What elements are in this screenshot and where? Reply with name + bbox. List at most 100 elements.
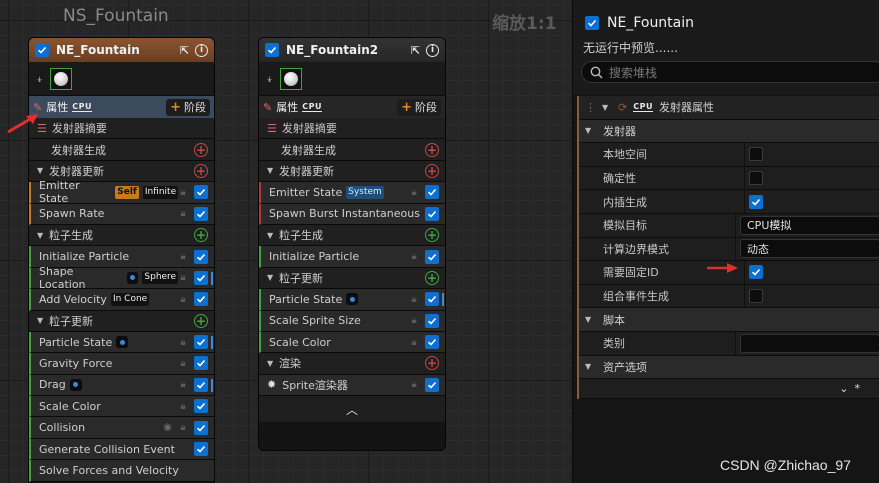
module-enable-checkbox[interactable]: [425, 185, 439, 200]
module-scale-color[interactable]: Scale Color 🔒︎: [259, 331, 445, 354]
module-enable-checkbox[interactable]: [194, 206, 208, 221]
module-enable-checkbox[interactable]: [194, 249, 208, 264]
module-enable-checkbox[interactable]: [194, 420, 208, 435]
module-enable-checkbox[interactable]: [425, 206, 439, 221]
properties-bar[interactable]: ✎ 属性 CPU + 阶段: [259, 96, 445, 118]
category-input[interactable]: [740, 333, 879, 353]
search-stack-input[interactable]: 搜索堆栈: [581, 61, 879, 83]
add-module-button[interactable]: +: [194, 163, 208, 178]
module-enable-checkbox[interactable]: [194, 335, 208, 350]
particle-update-section[interactable]: ▼ 粒子更新 +: [29, 310, 214, 332]
lock-icon[interactable]: 🔒︎: [178, 251, 188, 262]
module-emitter-state[interactable]: Emitter State System 🔒︎: [259, 182, 445, 204]
emitter-enable-checkbox[interactable]: [585, 16, 599, 30]
lock-icon[interactable]: 🔒︎: [178, 401, 188, 412]
combine-event-spawn-checkbox[interactable]: [749, 289, 763, 304]
emitter-node-ne-fountain[interactable]: NE_Fountain ⇱ i ⍖ ✎ 属性 CPU + 阶段 ☰ 发射器摘要 发…: [28, 37, 215, 483]
lock-icon[interactable]: 🔒︎: [409, 379, 419, 390]
open-external-icon[interactable]: ⇱: [409, 44, 422, 57]
node-header[interactable]: NE_Fountain ⇱ i: [29, 38, 214, 62]
module-enable-checkbox[interactable]: [425, 292, 439, 307]
open-external-icon[interactable]: ⇱: [178, 44, 191, 57]
lock-icon[interactable]: 🔒︎: [178, 379, 188, 390]
properties-bar[interactable]: ✎ 属性 CPU + 阶段: [29, 96, 214, 118]
module-generate-collision-event[interactable]: Generate Collision Event: [29, 438, 214, 461]
add-module-button[interactable]: +: [425, 163, 439, 178]
collapse-icon[interactable]: ▼: [37, 166, 47, 175]
lock-icon[interactable]: 🔒︎: [178, 272, 188, 283]
module-particle-state[interactable]: Particle State 🔒︎: [259, 289, 445, 311]
module-scale-sprite-size[interactable]: Scale Sprite Size 🔒︎: [259, 310, 445, 332]
collapse-icon[interactable]: ▼: [585, 126, 595, 135]
chevron-down-icon[interactable]: ⌄: [839, 382, 848, 395]
sim-target-dropdown[interactable]: CPU模拟: [740, 215, 879, 235]
lock-icon[interactable]: 🔒︎: [409, 337, 419, 348]
emitter-enable-checkbox[interactable]: [35, 43, 49, 57]
interpolated-spawn-checkbox[interactable]: [749, 194, 763, 209]
collapse-icon[interactable]: ▼: [267, 231, 277, 240]
lock-icon[interactable]: 🔒︎: [178, 294, 188, 305]
lock-icon[interactable]: 🔒︎: [409, 315, 419, 326]
module-enable-checkbox[interactable]: [194, 185, 208, 200]
module-solve-forces[interactable]: Solve Forces and Velocity: [29, 460, 214, 482]
module-emitter-state[interactable]: Emitter State Self Infinite 🔒︎: [29, 179, 214, 205]
graph-canvas[interactable]: NS_Fountain 缩放1:1 NE_Fountain ⇱ i ⍖ ✎ 属性…: [0, 0, 572, 483]
lock-icon[interactable]: 🔒︎: [178, 208, 188, 219]
add-stage-button[interactable]: + 阶段: [166, 98, 210, 116]
add-renderer-button[interactable]: +: [425, 356, 439, 371]
module-gravity-force[interactable]: Gravity Force 🔒︎: [29, 353, 214, 375]
eye-icon[interactable]: ◉: [163, 422, 172, 433]
node-header[interactable]: NE_Fountain2 ⇱ i: [259, 38, 445, 62]
grip-icon[interactable]: ⋮: [585, 101, 596, 114]
module-enable-checkbox[interactable]: [194, 270, 208, 285]
emitter-summary-row[interactable]: ☰ 发射器摘要: [259, 118, 445, 140]
emitter-node-ne-fountain2[interactable]: NE_Fountain2 ⇱ i ⍖ ✎ 属性 CPU + 阶段 ☰ 发射器摘要 …: [258, 37, 446, 451]
collapse-icon[interactable]: ▼: [585, 362, 595, 371]
module-collision[interactable]: Collision ◉ 🔒︎: [29, 417, 214, 439]
collapse-icon[interactable]: ▼: [602, 103, 612, 112]
emitter-spawn-section[interactable]: 发射器生成 +: [29, 139, 214, 161]
lock-icon[interactable]: 🔒︎: [409, 251, 419, 262]
renderer-enable-checkbox[interactable]: [425, 377, 439, 392]
module-shape-location[interactable]: Shape Location Sphere 🔒︎: [29, 265, 214, 291]
module-enable-checkbox[interactable]: [194, 292, 208, 307]
add-module-button[interactable]: +: [194, 142, 208, 157]
requires-persistent-id-checkbox[interactable]: [749, 265, 763, 280]
emitter-summary-row[interactable]: ☰ 发射器摘要: [29, 118, 214, 140]
module-enable-checkbox[interactable]: [194, 356, 208, 371]
particle-spawn-section[interactable]: ▼ 粒子生成 +: [29, 224, 214, 247]
determinism-checkbox[interactable]: [749, 171, 763, 186]
add-module-button[interactable]: +: [425, 228, 439, 243]
module-spawn-rate[interactable]: Spawn Rate 🔒︎: [29, 203, 214, 225]
collapse-icon[interactable]: ▼: [37, 316, 47, 325]
module-enable-checkbox[interactable]: [425, 335, 439, 350]
renderer-sprite[interactable]: ✸ Sprite渲染器 🔒︎: [259, 374, 445, 397]
collapse-icon[interactable]: ▼: [585, 315, 595, 324]
emitter-properties-header[interactable]: ⋮ ▼ ⟳ CPU 发射器属性: [579, 96, 879, 120]
lock-icon[interactable]: 🔒︎: [178, 358, 188, 369]
emitter-thumbnail[interactable]: [50, 67, 72, 90]
collapse-icon[interactable]: ▼: [267, 359, 277, 368]
script-section[interactable]: ▼ 脚本: [579, 308, 879, 332]
calc-bounds-dropdown[interactable]: 动态: [740, 239, 879, 259]
emitter-section[interactable]: ▼ 发射器: [579, 119, 879, 144]
render-section[interactable]: ▼ 渲染 +: [259, 353, 445, 375]
module-add-velocity[interactable]: Add Velocity In Cone 🔒︎: [29, 289, 214, 311]
module-enable-checkbox[interactable]: [194, 399, 208, 414]
add-stage-button[interactable]: + 阶段: [397, 98, 441, 116]
lock-icon[interactable]: 🔒︎: [409, 294, 419, 305]
info-icon[interactable]: i: [195, 43, 208, 57]
collapse-icon[interactable]: ▼: [37, 231, 47, 240]
module-enable-checkbox[interactable]: [425, 249, 439, 264]
lock-icon[interactable]: 🔒︎: [178, 422, 188, 433]
info-icon[interactable]: i: [426, 43, 439, 57]
module-enable-checkbox[interactable]: [194, 377, 208, 392]
module-particle-state[interactable]: Particle State 🔒︎: [29, 331, 214, 354]
module-enable-checkbox[interactable]: [425, 313, 439, 328]
emitter-update-section[interactable]: ▼ 发射器更新 +: [259, 160, 445, 183]
lock-icon[interactable]: 🔒︎: [178, 187, 188, 198]
add-module-button[interactable]: +: [194, 313, 208, 328]
module-scale-color[interactable]: Scale Color 🔒︎: [29, 396, 214, 418]
module-initialize-particle[interactable]: Initialize Particle 🔒︎: [259, 246, 445, 268]
add-module-button[interactable]: +: [425, 270, 439, 285]
